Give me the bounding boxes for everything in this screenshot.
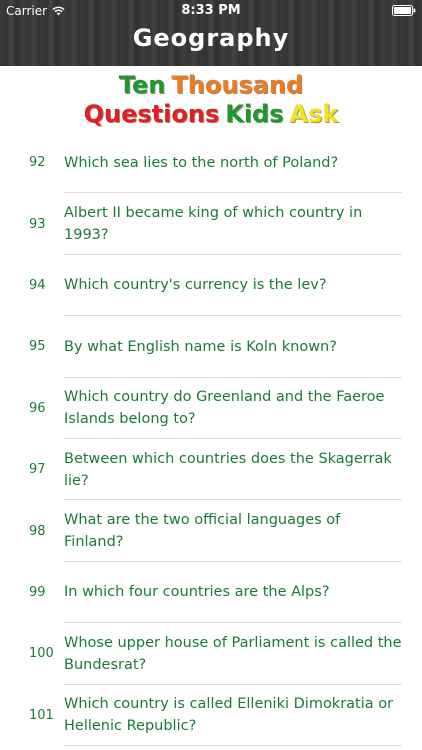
question-text: Whose upper house of Parliament is calle… <box>64 634 402 673</box>
screen-title: Geography <box>132 24 290 52</box>
question-number: 96 <box>29 400 46 416</box>
question-text: Which country's currency is the lev? <box>64 277 327 294</box>
question-list: 92 Which sea lies to the north of Poland… <box>0 132 422 747</box>
question-row[interactable]: 92 Which sea lies to the north of Poland… <box>0 132 422 194</box>
banner-line-1: Ten Thousand <box>0 71 422 100</box>
question-row[interactable]: 94 Which country's currency is the lev? <box>0 255 422 317</box>
question-text: Which country do Greenland and the Faero… <box>64 389 385 428</box>
question-row[interactable]: 99 In which four countries are the Alps? <box>0 562 422 624</box>
question-row[interactable]: 93 Albert II became king of which countr… <box>0 193 422 256</box>
question-text: Which sea lies to the north of Poland? <box>64 154 339 171</box>
banner-word: Ask <box>289 100 339 128</box>
question-row[interactable]: 100 Whose upper house of Parliament is c… <box>0 623 422 685</box>
question-number: 93 <box>29 216 46 232</box>
banner-line-2: Questions Kids Ask <box>0 100 422 129</box>
question-number: 94 <box>29 277 46 293</box>
battery-icon <box>392 5 416 16</box>
question-text: What are the two official languages of F… <box>64 512 341 551</box>
status-time: 8:33 PM <box>181 3 241 18</box>
question-text: Between which countries does the Skagerr… <box>64 450 392 489</box>
banner-word: Questions <box>83 100 220 128</box>
banner-word: Kids <box>225 100 284 128</box>
question-number: 100 <box>29 646 54 662</box>
question-text: By what English name is Koln known? <box>64 338 337 355</box>
question-row[interactable]: 96 Which country do Greenland and the Fa… <box>0 378 422 440</box>
question-number: 99 <box>29 584 46 600</box>
question-row[interactable]: 97 Between which countries does the Skag… <box>0 439 422 501</box>
question-number: 97 <box>29 462 46 478</box>
question-row[interactable]: 98 What are the two official languages o… <box>0 500 422 563</box>
question-text: In which four countries are the Alps? <box>64 584 330 601</box>
banner-word: Thousand <box>171 71 304 99</box>
status-bar: Carrier 8:33 PM <box>0 0 422 22</box>
question-number: 95 <box>29 339 46 355</box>
question-number: 101 <box>29 707 54 723</box>
app-banner: Ten Thousand Questions Kids Ask <box>0 66 422 132</box>
question-text: Albert II became king of which country i… <box>64 205 363 244</box>
question-text: Which country is called Elleniki Dimokra… <box>64 696 394 735</box>
question-row[interactable]: 95 By what English name is Koln known? <box>0 316 422 378</box>
banner-word: Ten <box>118 71 166 99</box>
question-row[interactable]: 101 Which country is called Elleniki Dim… <box>0 685 422 747</box>
app-header: Carrier 8:33 PM Geography <box>0 0 422 66</box>
question-number: 98 <box>29 523 46 539</box>
question-number: 92 <box>29 155 46 171</box>
